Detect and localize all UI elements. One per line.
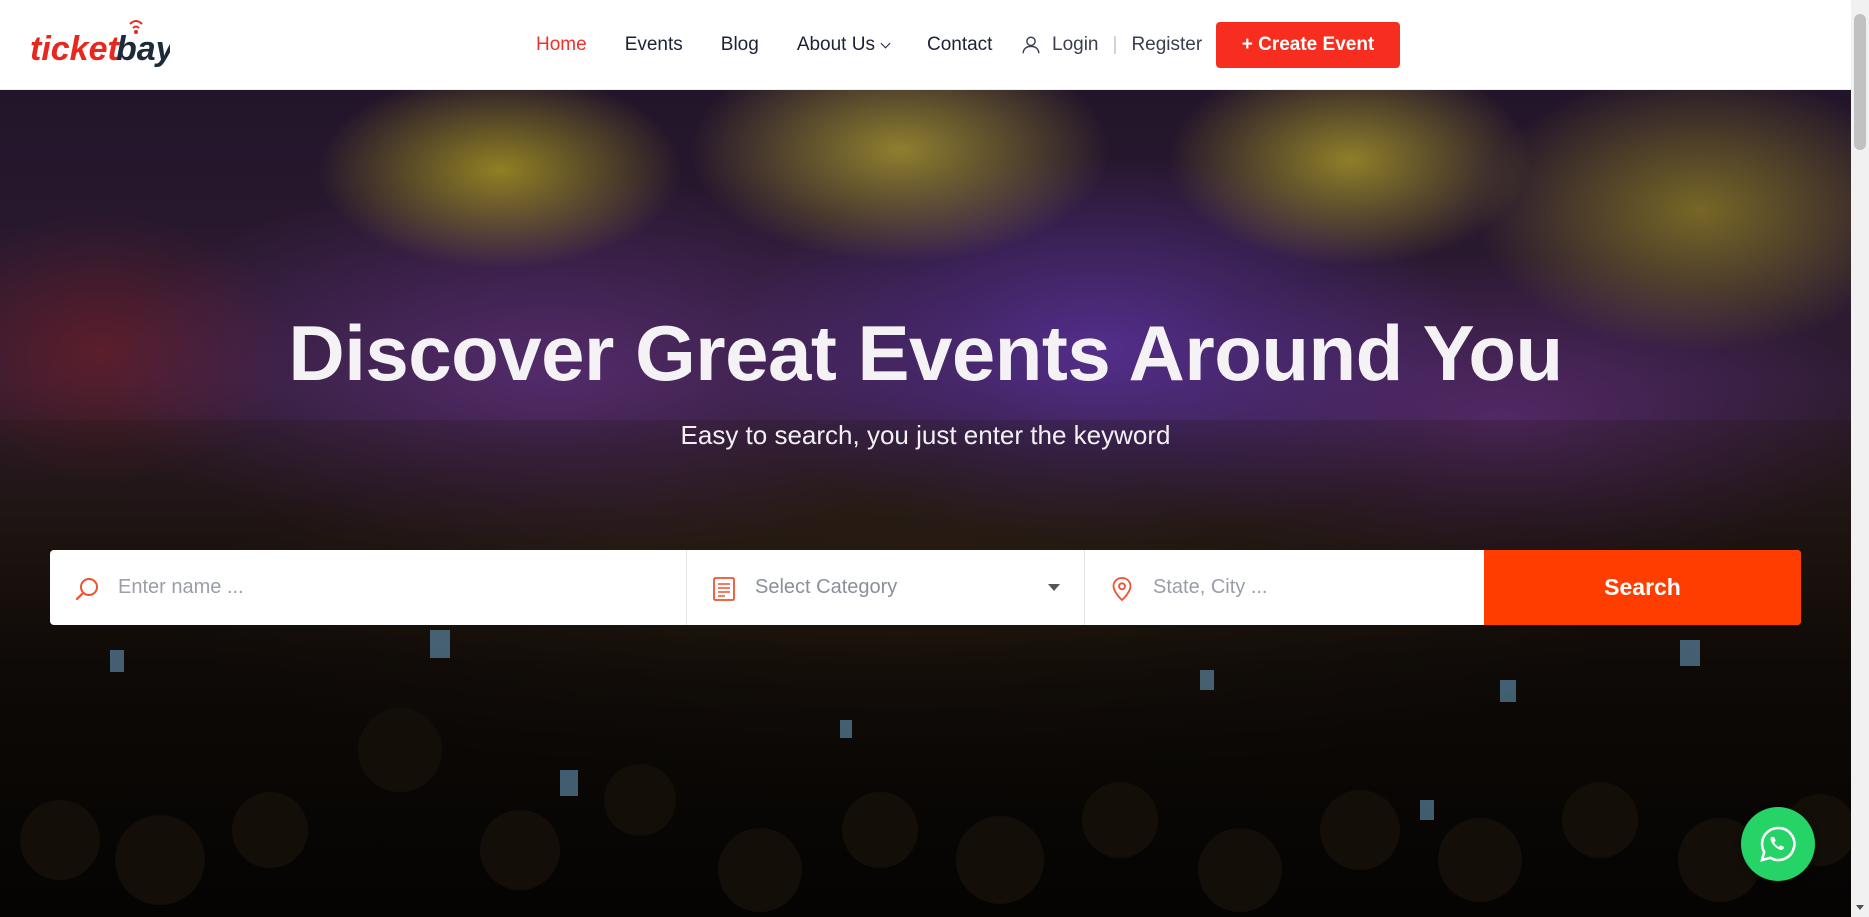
event-search-form: Select Category Search — [50, 550, 1801, 625]
login-link[interactable]: Login — [1052, 34, 1099, 56]
chevron-down-icon — [880, 38, 891, 48]
hero-title: Discover Great Events Around You — [288, 309, 1563, 397]
page-scrollbar[interactable] — [1851, 0, 1869, 917]
nav-about-us[interactable]: About Us — [796, 34, 891, 56]
scroll-down-arrow-icon[interactable] — [1856, 905, 1864, 910]
crowd-background-image — [0, 420, 1851, 917]
nav-events[interactable]: Events — [625, 34, 683, 56]
svg-text:ticket: ticket — [30, 30, 120, 68]
hero-section: Discover Great Events Around You Easy to… — [0, 90, 1851, 917]
name-search-field — [50, 550, 687, 625]
nav-about-us-label: About Us — [796, 34, 875, 55]
map-pin-icon — [1112, 577, 1132, 602]
search-button[interactable]: Search — [1484, 550, 1801, 625]
ticketbay-logo[interactable]: ticket bay — [30, 18, 177, 74]
document-icon — [713, 577, 735, 601]
create-event-button[interactable]: + Create Event — [1216, 22, 1400, 68]
svg-text:bay: bay — [116, 30, 170, 68]
search-icon — [75, 578, 98, 601]
site-header: ticket bay Home Events Blog About Us Con… — [0, 0, 1851, 90]
nav-blog[interactable]: Blog — [721, 34, 759, 56]
whatsapp-button[interactable] — [1741, 807, 1815, 881]
nav-contact[interactable]: Contact — [927, 34, 992, 56]
location-input[interactable] — [1153, 550, 1453, 625]
auth-links: Login | Register — [1020, 0, 1202, 90]
hero-subtitle: Easy to search, you just enter the keywo… — [680, 420, 1171, 450]
category-select[interactable]: Select Category — [755, 550, 1055, 625]
register-link[interactable]: Register — [1131, 34, 1202, 56]
auth-separator: | — [1112, 34, 1118, 55]
user-icon — [1022, 36, 1040, 54]
main-nav: Home Events Blog About Us Contact — [536, 0, 1030, 90]
name-input[interactable] — [118, 550, 418, 625]
whatsapp-icon — [1760, 826, 1796, 862]
nav-home[interactable]: Home — [536, 34, 587, 56]
scrollbar-thumb[interactable] — [1854, 14, 1866, 150]
location-search-field — [1085, 550, 1484, 625]
caret-down-icon — [1048, 584, 1060, 591]
category-select-field[interactable]: Select Category — [687, 550, 1085, 625]
